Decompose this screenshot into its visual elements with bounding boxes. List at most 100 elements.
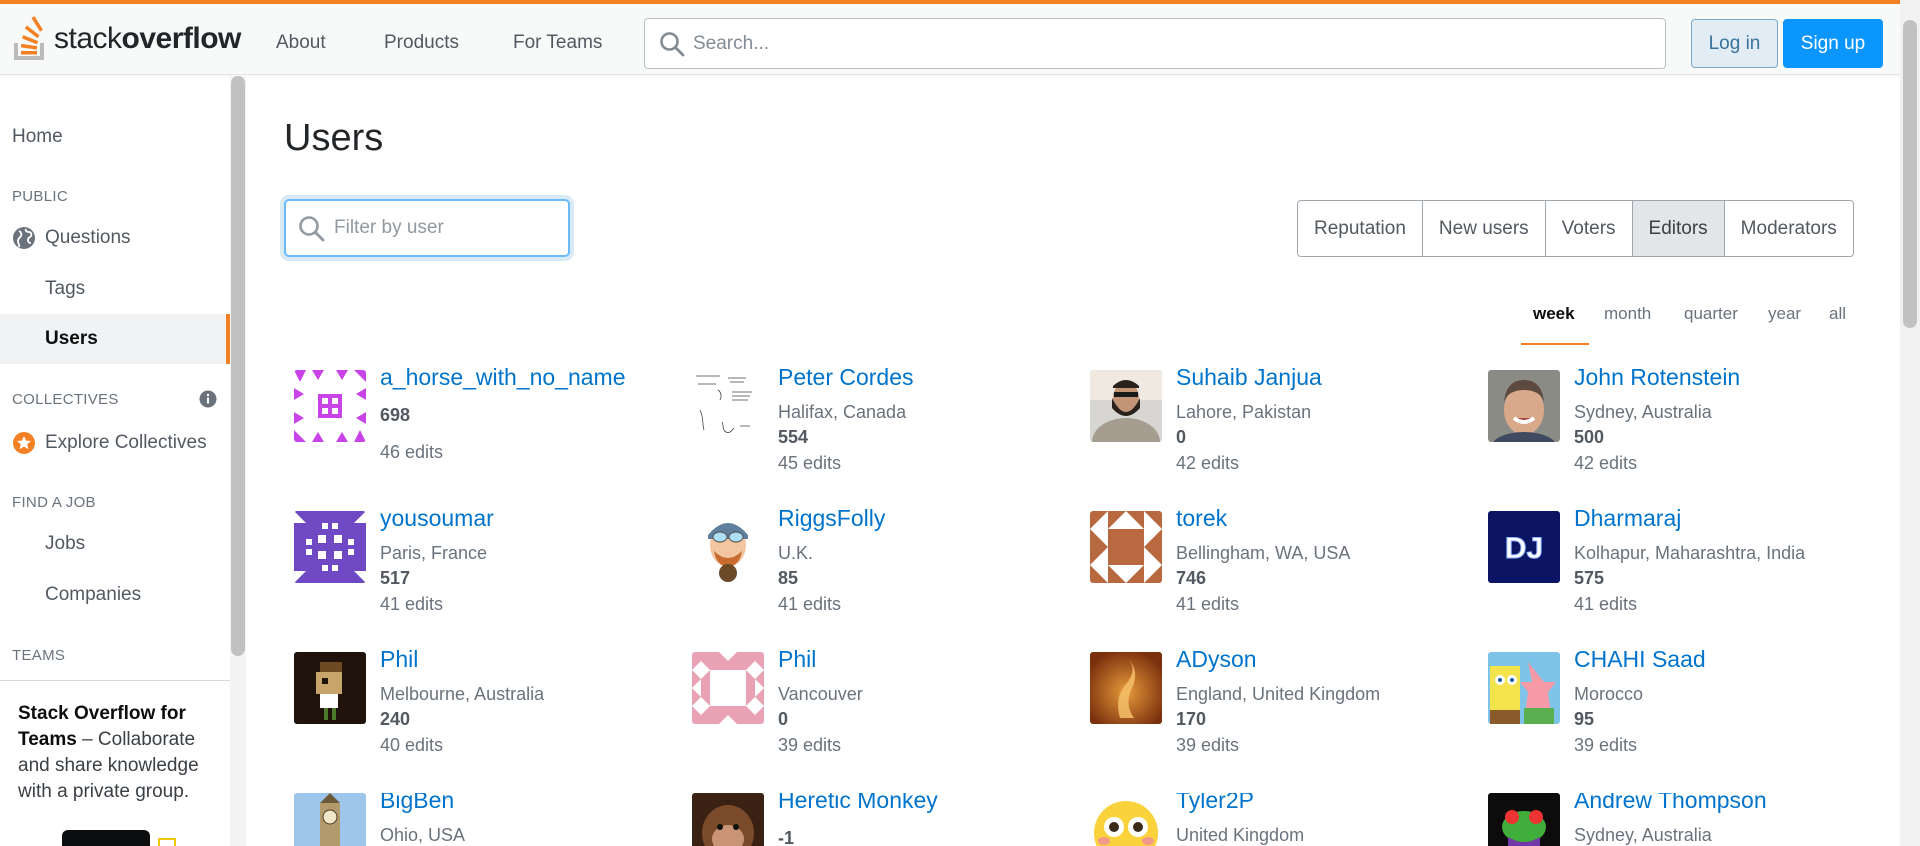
user-name[interactable]: Peter Cordes: [778, 364, 914, 391]
nav-products[interactable]: Products: [370, 22, 473, 64]
user-name[interactable]: yousoumar: [380, 505, 494, 532]
user-location: Melbourne, Australia: [380, 684, 545, 704]
user-avatar[interactable]: [1090, 370, 1162, 442]
user-filter[interactable]: [284, 199, 570, 257]
user-reputation: 500: [1574, 427, 1605, 447]
period-quarter[interactable]: quarter: [1684, 304, 1738, 324]
sidebar-item-users[interactable]: Users: [0, 314, 230, 364]
nav-for-teams[interactable]: For Teams: [499, 22, 616, 64]
page-scrollbar-thumb[interactable]: [1903, 20, 1917, 328]
user-card: torek Bellingham, WA, USA 746 41 edits: [1090, 505, 1480, 631]
site-search[interactable]: [644, 18, 1666, 69]
sidebar-item-explore-collectives[interactable]: Explore Collectives: [0, 418, 230, 468]
period-month[interactable]: month: [1604, 304, 1651, 324]
user-card: Phil Vancouver 0 39 edits: [692, 646, 1082, 772]
sidebar-scrollbar[interactable]: [230, 76, 246, 846]
user-name[interactable]: torek: [1176, 505, 1227, 532]
user-avatar[interactable]: [692, 793, 764, 846]
sidebar-item-home[interactable]: Home: [0, 112, 230, 162]
user-edits: 42 edits: [1176, 453, 1240, 473]
user-location: Halifax, Canada: [778, 402, 907, 422]
sidebar-item-questions[interactable]: Questions: [0, 213, 230, 263]
user-card: ADyson England, United Kingdom 170 39 ed…: [1090, 646, 1480, 772]
sidebar-item-companies[interactable]: Companies: [0, 570, 230, 620]
user-name[interactable]: CHAHI Saad: [1574, 646, 1706, 673]
user-name[interactable]: Phil: [778, 646, 816, 673]
user-location: Ohio, USA: [380, 825, 466, 845]
user-reputation: 170: [1176, 709, 1207, 729]
user-avatar[interactable]: [294, 652, 366, 724]
user-avatar[interactable]: [692, 511, 764, 583]
user-card: Peter Cordes Halifax, Canada 554 45 edit…: [692, 364, 1082, 490]
period-all[interactable]: all: [1829, 304, 1846, 324]
user-reputation: 240: [380, 709, 411, 729]
user-name[interactable]: RiggsFolly: [778, 505, 885, 532]
user-card: yousoumar Paris, France 517 41 edits: [294, 505, 684, 631]
user-name[interactable]: BigBen: [380, 793, 454, 814]
teams-promo: Stack Overflow for Teams – Collaborate a…: [0, 680, 230, 846]
page-title: Users: [284, 117, 384, 159]
user-location: Bellingham, WA, USA: [1176, 543, 1351, 563]
user-card: BigBen Ohio, USA: [294, 793, 684, 846]
user-avatar[interactable]: [294, 511, 366, 583]
user-card: Phil Melbourne, Australia 240 40 edits: [294, 646, 684, 772]
user-card: Heretic Monkey -1: [692, 793, 1082, 846]
user-name[interactable]: ADyson: [1176, 646, 1257, 673]
sidebar-item-tags[interactable]: Tags: [0, 264, 230, 314]
user-name[interactable]: Suhaib Janjua: [1176, 364, 1322, 391]
user-avatar[interactable]: [692, 652, 764, 724]
user-name[interactable]: Dharmaraj: [1574, 505, 1681, 532]
user-name[interactable]: Tyler2P: [1176, 793, 1254, 814]
period-year[interactable]: year: [1768, 304, 1801, 324]
user-name[interactable]: John Rotenstein: [1574, 364, 1740, 391]
user-avatar[interactable]: [1090, 511, 1162, 583]
user-card: CHAHI Saad Morocco 95 39 edits: [1488, 646, 1878, 772]
info-icon[interactable]: [199, 390, 217, 408]
user-avatar[interactable]: DJ: [1488, 511, 1560, 583]
user-name[interactable]: Phil: [380, 646, 418, 673]
stackoverflow-logo[interactable]: stackoverflow: [12, 14, 241, 64]
user-location: Lahore, Pakistan: [1176, 402, 1312, 422]
user-tabs: Reputation New users Voters Editors Mode…: [1297, 200, 1854, 257]
user-edits: 40 edits: [380, 735, 444, 755]
tab-reputation[interactable]: Reputation: [1298, 201, 1423, 256]
user-avatar[interactable]: [1488, 793, 1560, 846]
stackoverflow-logo-icon: [14, 16, 44, 60]
period-week[interactable]: week: [1533, 304, 1575, 324]
filter-input[interactable]: [334, 213, 554, 243]
login-button[interactable]: Log in: [1691, 19, 1778, 68]
sidebar-heading-collectives: COLLECTIVES: [12, 391, 119, 408]
user-avatar[interactable]: [1488, 652, 1560, 724]
user-edits: 41 edits: [1176, 594, 1240, 614]
search-input[interactable]: [693, 29, 1643, 59]
period-selected-indicator: [1521, 343, 1589, 345]
user-card: Andrew Thompson Sydney, Australia: [1488, 793, 1878, 846]
tab-editors[interactable]: Editors: [1632, 201, 1725, 256]
user-name[interactable]: Heretic Monkey: [778, 793, 938, 814]
sidebar-heading-find-a-job: FIND A JOB: [12, 494, 96, 511]
page-scrollbar[interactable]: [1900, 0, 1920, 846]
user-avatar[interactable]: [294, 370, 366, 442]
user-name[interactable]: a_horse_with_no_name: [380, 364, 626, 391]
signup-button[interactable]: Sign up: [1783, 19, 1883, 68]
user-avatar[interactable]: [1488, 370, 1560, 442]
user-card: a_horse_with_no_name 698 46 edits: [294, 364, 684, 490]
sidebar-scrollbar-thumb[interactable]: [231, 76, 245, 656]
tab-moderators[interactable]: Moderators: [1724, 201, 1853, 256]
user-edits: 41 edits: [778, 594, 842, 614]
nav-about[interactable]: About: [262, 22, 340, 64]
top-bar: stackoverflow About Products For Teams L…: [0, 0, 1900, 75]
user-reputation: -1: [778, 828, 795, 846]
user-edits: 39 edits: [778, 735, 842, 755]
user-location: Kolhapur, Maharashtra, India: [1574, 543, 1806, 563]
tab-voters[interactable]: Voters: [1545, 201, 1633, 256]
user-avatar[interactable]: [692, 370, 764, 442]
user-avatar[interactable]: [1090, 793, 1162, 846]
user-avatar[interactable]: [294, 793, 366, 846]
user-avatar[interactable]: [1090, 652, 1162, 724]
logo-wordmark: stackoverflow: [54, 22, 241, 56]
tab-new-users[interactable]: New users: [1422, 201, 1546, 256]
globe-icon: [13, 227, 35, 249]
sidebar-item-jobs[interactable]: Jobs: [0, 519, 230, 569]
user-name[interactable]: Andrew Thompson: [1574, 793, 1767, 814]
